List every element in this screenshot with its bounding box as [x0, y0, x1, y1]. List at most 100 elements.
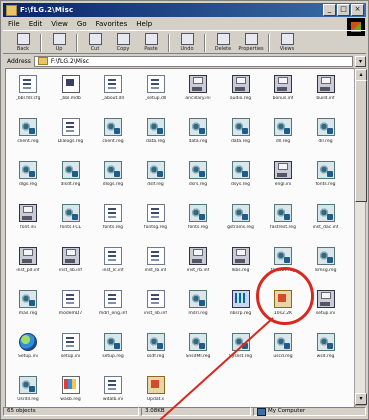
file-item[interactable]: modemD7 — [53, 288, 89, 332]
file-item[interactable]: fonts.reg — [95, 202, 131, 246]
file-item[interactable]: client.reg — [10, 116, 46, 160]
file-item[interactable]: wdalb.ini — [95, 374, 131, 407]
file-item[interactable]: data.reg — [138, 116, 174, 160]
file-item[interactable]: fonts.reg — [180, 202, 216, 246]
up-button[interactable]: Up — [45, 31, 73, 54]
gear-icon — [316, 333, 335, 351]
file-item[interactable]: Setup.ini — [10, 331, 46, 375]
file-item[interactable]: font.ini — [10, 202, 46, 246]
file-item[interactable]: lkbs.reg — [223, 245, 259, 289]
undo-button[interactable]: Undo — [173, 31, 201, 54]
vertical-scrollbar[interactable]: ▴ ▾ — [354, 68, 367, 406]
file-item[interactable]: mail.reg — [10, 288, 46, 332]
properties-button[interactable]: Properties — [237, 31, 265, 54]
maximize-button[interactable]: □ — [337, 4, 350, 16]
file-item[interactable]: dsrs.reg — [180, 159, 216, 203]
file-item[interactable]: fonts.reg — [308, 159, 344, 203]
highlight-circle — [256, 267, 314, 325]
menu-view[interactable]: View — [51, 20, 68, 28]
file-name: inst_lib.inf — [59, 268, 82, 273]
file-item[interactable]: mdrl_eng.inf — [95, 288, 131, 332]
file-item[interactable]: wasb.reg — [53, 374, 89, 407]
file-item[interactable]: data.reg — [180, 116, 216, 160]
paste-button[interactable]: Paste — [137, 31, 165, 54]
menu-file[interactable]: File — [8, 20, 20, 28]
gear-icon — [231, 333, 250, 351]
file-item[interactable]: fonts.FCL — [53, 202, 89, 246]
disk-icon — [231, 75, 250, 93]
file-item[interactable]: inst_lc.inf — [95, 245, 131, 289]
delete-button[interactable]: Delete — [209, 31, 237, 54]
file-item[interactable]: fastrest.reg — [265, 202, 301, 246]
file-item[interactable]: engl.ini — [265, 159, 301, 203]
file-item[interactable]: mdrl.reg — [180, 288, 216, 332]
title-bar: F:\fLG.2\Misc _ □ × — [3, 3, 366, 17]
file-item[interactable]: dll.reg — [265, 116, 301, 160]
file-item[interactable]: ssdf.reg — [138, 331, 174, 375]
file-item[interactable]: nbsrp.reg — [223, 288, 259, 332]
file-item[interactable]: Syslist.reg — [223, 331, 259, 375]
menu-go[interactable]: Go — [77, 20, 87, 28]
views-button[interactable]: Views — [273, 31, 301, 54]
file-item[interactable]: _bbl.mdb — [53, 73, 89, 117]
gear-icon — [316, 204, 335, 222]
file-item[interactable]: dslf.reg — [138, 159, 174, 203]
menu-help[interactable]: Help — [136, 20, 152, 28]
file-item[interactable]: gstrains.reg — [223, 202, 259, 246]
file-item[interactable]: Dialogs.reg — [53, 116, 89, 160]
file-item[interactable]: bonus.inf — [265, 73, 301, 117]
file-item[interactable]: inst_dac.inf — [308, 202, 344, 246]
file-item[interactable]: _bbl.fdr.cfg — [10, 73, 46, 117]
properties-icon — [244, 33, 258, 45]
file-item[interactable]: data.reg — [223, 116, 259, 160]
file-item[interactable]: audio.reg — [223, 73, 259, 117]
cut-button[interactable]: Cut — [81, 31, 109, 54]
file-item[interactable]: inst_lb.inf — [138, 245, 174, 289]
file-list[interactable]: _bbl.fdr.cfg _bbl.mdb _about.dll _setup.dll… — [5, 68, 355, 408]
scrollbar-thumb[interactable] — [355, 80, 367, 202]
file-item[interactable]: inst_lib.inf — [138, 288, 174, 332]
file-item[interactable]: uscd.reg — [265, 331, 301, 375]
file-name: client.reg — [102, 139, 124, 144]
file-item[interactable]: _about.dll — [95, 73, 131, 117]
toolbar-separator — [76, 34, 78, 52]
copy-button[interactable]: Copy — [109, 31, 137, 54]
gear-icon — [189, 290, 207, 308]
file-item[interactable]: client.reg — [95, 116, 131, 160]
cut-icon — [88, 33, 102, 45]
file-item[interactable]: build.inf — [308, 73, 344, 117]
file-item[interactable]: dsys.reg — [223, 159, 259, 203]
file-item[interactable]: dlsdt.reg — [53, 159, 89, 203]
back-button[interactable]: Back — [9, 31, 37, 54]
file-name: build.inf — [316, 96, 335, 101]
menu-bar: File Edit View Go Favorites Help — [3, 18, 366, 29]
address-dropdown-button[interactable]: ▾ — [355, 55, 366, 67]
gear-icon — [231, 118, 250, 136]
file-item[interactable]: ancillary.ini — [180, 73, 216, 117]
file-item[interactable]: inst_rb.inf — [180, 245, 216, 289]
globe-icon — [19, 333, 37, 351]
file-item[interactable]: Usrdll.reg — [10, 374, 46, 407]
up-folder-icon — [52, 33, 66, 45]
address-field[interactable]: F:\fLG.2\Misc — [33, 55, 353, 67]
file-item[interactable]: SnsdMl.reg — [180, 331, 216, 375]
scroll-down-button[interactable]: ▾ — [355, 393, 367, 405]
file-item[interactable]: fontsg.reg — [138, 202, 174, 246]
file-item[interactable]: setup.ini — [53, 331, 89, 375]
file-item[interactable]: dlsgs.reg — [95, 159, 131, 203]
close-button[interactable]: × — [351, 4, 364, 16]
menu-favorites[interactable]: Favorites — [96, 20, 128, 28]
minimize-button[interactable]: _ — [323, 4, 336, 16]
file-name: dlsgs.reg — [102, 182, 124, 187]
file-item[interactable]: inst_lib.inf — [53, 245, 89, 289]
file-item[interactable]: dlgs.reg — [10, 159, 46, 203]
file-item[interactable]: dll.reg — [308, 116, 344, 160]
file-item[interactable]: lsmsg.reg — [308, 245, 344, 289]
file-item[interactable]: inst_pd.inf — [10, 245, 46, 289]
file-item[interactable]: setup.reg — [95, 331, 131, 375]
file-item[interactable]: wsd.reg — [308, 331, 344, 375]
disk-icon — [189, 247, 207, 265]
menu-edit[interactable]: Edit — [29, 20, 43, 28]
file-item[interactable]: Updat.s — [138, 374, 174, 407]
file-item[interactable]: _setup.dll — [138, 73, 174, 117]
